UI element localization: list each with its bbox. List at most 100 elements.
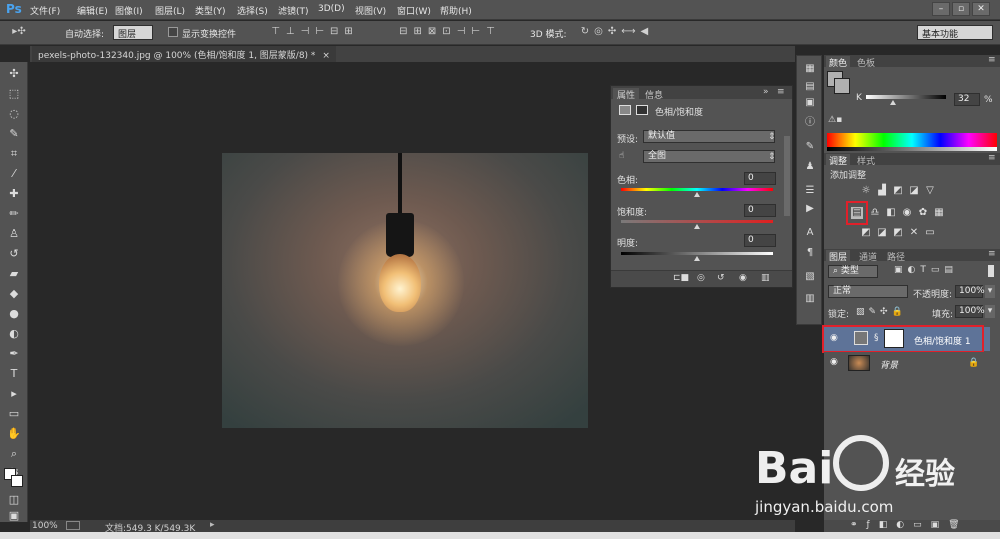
exposure-icon[interactable]: ◪ [908,185,920,197]
photo-filter-icon[interactable]: ◉ [901,207,913,219]
brush-panel-icon[interactable]: ✎ [803,140,817,154]
layer-action-icons[interactable]: ⚭ƒ◧◐▭▣🗑 [850,520,969,530]
zoom-level[interactable]: 100% [32,521,58,531]
layer-comps-icon[interactable]: ▧ [803,270,817,284]
tab-swatches[interactable]: 色板 [854,56,878,69]
channel-mixer-icon[interactable]: ✿ [917,207,929,219]
tab-info[interactable]: 信息 [641,88,667,101]
show-transform-checkbox[interactable] [168,27,178,37]
menu-window[interactable]: 窗口(W) [397,4,431,17]
properties-icon[interactable]: ▣ [803,96,817,110]
status-arrow-icon[interactable]: ▸ [210,520,215,530]
menu-view[interactable]: 视图(V) [355,4,386,17]
workspace-dropdown[interactable]: 基本功能 [917,25,993,40]
fill-input[interactable]: 100% [955,305,985,318]
swatches-icon[interactable]: ▤ [803,80,817,94]
zoom-tool-icon[interactable]: ⌕ [6,446,22,462]
marquee-tool-icon[interactable]: ⬚ [6,86,22,102]
distribute-icons[interactable]: ⊟⊞⊠⊡⊣⊢⊤ [380,26,520,38]
selective-color-icon[interactable]: ✕ [908,227,920,239]
auto-select-dropdown[interactable]: 图层 [113,25,153,40]
notes-icon[interactable]: ▥ [803,292,817,306]
hue-slider-track[interactable] [621,188,773,191]
k-slider-track[interactable] [866,95,946,99]
gradient-map-icon[interactable]: ▭ [924,227,936,239]
path-select-icon[interactable]: ▸ [6,386,22,402]
tab-styles[interactable]: 样式 [854,154,878,167]
color-lookup-icon[interactable]: ▦ [933,207,945,219]
crop-tool-icon[interactable]: ⌗ [6,146,22,162]
opacity-arrow-icon[interactable]: ▾ [985,285,995,298]
close-button[interactable]: ✕ [972,2,990,16]
blur-tool-icon[interactable]: ● [6,306,22,322]
properties-scrollbar[interactable] [784,136,790,216]
menu-image[interactable]: 图像(I) [115,4,143,17]
gray-ramp[interactable] [827,147,997,151]
delete-icon[interactable]: ▥ [761,273,770,283]
healing-tool-icon[interactable]: ✚ [6,186,22,202]
filter-toggle[interactable] [988,265,994,277]
menu-type[interactable]: 类型(Y) [195,4,226,17]
dodge-tool-icon[interactable]: ◐ [6,326,22,342]
menu-filter[interactable]: 滤镜(T) [278,4,309,17]
screen-mode-icon[interactable]: ▣ [6,508,22,524]
lightness-slider-track[interactable] [621,252,773,255]
tab-paths[interactable]: 路径 [884,250,908,263]
tab-color[interactable]: 颜色 [826,56,851,69]
color-balance-icon[interactable]: ♎ [869,207,881,219]
stamp-tool-icon[interactable]: ♙ [6,226,22,242]
visibility-eye-icon[interactable]: ◉ [830,357,838,367]
color-panel-icon[interactable]: ▦ [803,62,817,76]
restore-button[interactable]: ▫ [952,2,970,16]
saturation-slider-track[interactable] [621,220,773,223]
saturation-slider-thumb[interactable] [694,224,700,229]
menu-edit[interactable]: 编辑(E) [77,4,108,17]
pen-tool-icon[interactable]: ✒ [6,346,22,362]
lightness-input[interactable]: 0 [744,234,776,247]
eraser-tool-icon[interactable]: ▰ [6,266,22,282]
layer-filter-dropdown[interactable]: ⌕ 类型 [828,265,878,278]
black-white-icon[interactable]: ◧ [885,207,897,219]
history-icon[interactable]: ☰ [803,184,817,198]
menu-layer[interactable]: 图层(L) [155,4,185,17]
hue-slider-thumb[interactable] [694,192,700,197]
status-icon[interactable] [66,521,80,530]
range-dropdown[interactable]: 全图 [643,150,775,163]
3d-mode-icons[interactable]: ↻◎✣⟷◀ [572,26,662,38]
minimize-button[interactable]: – [932,2,950,16]
targeted-adjust-hand-icon[interactable]: ☝ [619,151,624,161]
eyedropper-tool-icon[interactable]: ⁄ [6,166,22,182]
layer-row[interactable]: ◉ 背景 🔒 [824,352,990,374]
color-ramp[interactable] [827,133,997,147]
tab-channels[interactable]: 通道 [856,250,880,263]
move-tool-icon[interactable]: ✣ [6,66,22,82]
clone-source-icon[interactable]: ♟ [803,160,817,174]
saturation-input[interactable]: 0 [744,204,776,217]
brightness-contrast-icon[interactable]: ☼ [860,185,872,197]
move-tool-icon[interactable]: ▸✣ [8,26,30,38]
k-slider-thumb[interactable] [890,100,896,105]
preset-dropdown[interactable]: 默认值 [643,130,775,143]
background-color-swatch[interactable] [11,475,23,487]
clip-to-layer-icon[interactable]: ⊏■ [673,273,689,283]
history-brush-icon[interactable]: ↺ [6,246,22,262]
threshold-icon[interactable]: ◩ [892,227,904,239]
shape-tool-icon[interactable]: ▭ [6,406,22,422]
lightness-slider-thumb[interactable] [694,256,700,261]
panel-menu-icon[interactable]: ≡ [777,87,785,97]
levels-icon[interactable]: ▟ [876,185,888,197]
brush-tool-icon[interactable]: ✏ [6,206,22,222]
mask-icon[interactable] [636,105,648,115]
quick-mask-icon[interactable]: ◫ [6,492,22,508]
hand-tool-icon[interactable]: ✋ [6,426,22,442]
tab-layers[interactable]: 图层 [826,250,851,263]
paragraph-icon[interactable]: ¶ [803,246,817,260]
hue-input[interactable]: 0 [744,172,776,185]
view-previous-icon[interactable]: ◎ [697,273,705,283]
menu-select[interactable]: 选择(S) [237,4,268,17]
panel-menu-icon[interactable]: ≡ [988,55,996,65]
lock-icons[interactable]: ▨✎✣🔒 [856,307,907,317]
opacity-input[interactable]: 100% [955,285,985,298]
posterize-icon[interactable]: ◪ [876,227,888,239]
close-tab-icon[interactable]: × [322,51,330,61]
